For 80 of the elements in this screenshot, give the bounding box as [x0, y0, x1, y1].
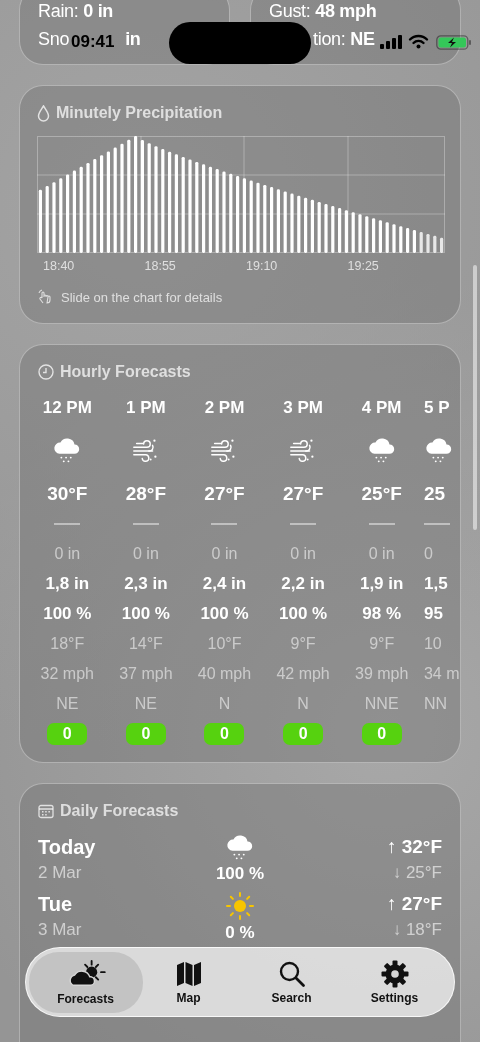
day-date: 2 Mar: [38, 862, 83, 884]
day-name: Tue: [38, 892, 74, 917]
hour-label: 2 PM: [204, 397, 245, 419]
uv-index: 0: [283, 723, 324, 745]
time-label: 19:25: [346, 258, 380, 275]
temperature: 27°F: [204, 482, 245, 506]
wind-direction: NNE: [364, 694, 399, 714]
summary-text: Rain: 0 in: [38, 0, 114, 23]
high-temperature: ↑ 27°F: [386, 892, 442, 916]
hour-label: 12 PM: [42, 397, 92, 419]
card-title: Daily Forecasts: [60, 802, 179, 820]
tab[interactable]: Settings: [343, 951, 446, 1013]
temperature: 25°F: [361, 482, 402, 506]
time-label: 18:40: [42, 258, 76, 275]
precipitation-probability: 100 %: [43, 603, 92, 625]
wind-speed: 39 mph: [355, 664, 409, 684]
card-title: Hourly Forecasts: [60, 363, 191, 381]
temperature: 25: [423, 482, 446, 506]
precipitation-probability: 95: [423, 603, 443, 625]
snow-amount: 1,8 in: [45, 573, 90, 595]
wind-direction: NE: [56, 694, 79, 714]
snow-amount: 1,9 in: [359, 573, 404, 595]
dew-point: 10°F: [207, 634, 242, 654]
time-label: 18:55: [143, 258, 177, 275]
temperature: 27°F: [282, 482, 324, 506]
temperature: 28°F: [125, 482, 167, 506]
uv-index: 0: [204, 723, 245, 745]
temperature: 30°F: [47, 482, 88, 506]
precipitation-probability: 100 %: [200, 603, 249, 625]
rain-amount: 0 in: [290, 544, 316, 564]
dew-point: 9°F: [369, 634, 395, 654]
wind-speed: 40 mph: [197, 664, 252, 684]
rain-amount: 0: [423, 544, 433, 564]
precipitation-probability: 100 %: [215, 863, 265, 885]
tab[interactable]: Search: [240, 951, 343, 1013]
snow-amount: 1,5: [423, 573, 448, 595]
status-time: 09:41: [71, 32, 115, 52]
precipitation-probability: 0 %: [225, 922, 255, 944]
wind-speed: 42 mph: [276, 664, 330, 684]
snow-amount: 2,2 in: [281, 573, 325, 595]
uv-index: 0: [125, 723, 166, 745]
high-temperature: ↑ 32°F: [386, 835, 442, 859]
hour-label: 4 PM: [361, 397, 402, 419]
wind-direction: N: [218, 694, 231, 714]
rain-amount: 0 in: [133, 544, 159, 564]
precipitation-probability: 98 %: [362, 603, 402, 625]
day-date: 3 Mar: [38, 919, 83, 941]
dew-point: 18°F: [50, 634, 85, 654]
hour-label: 5 P: [423, 397, 450, 419]
uv-index: 0: [361, 723, 402, 745]
wind-speed: 34 m: [423, 664, 460, 684]
wind-direction: NE: [134, 694, 157, 714]
dew-point: 14°F: [128, 634, 163, 654]
precipitation-probability: 100 %: [121, 603, 170, 625]
hour-label: 1 PM: [126, 397, 166, 419]
summary-text: tion: NE: [313, 28, 375, 51]
precipitation-probability: 100 %: [278, 603, 328, 625]
snow-amount: 2,3 in: [124, 573, 168, 595]
summary-text: in: [125, 28, 141, 51]
low-temperature: ↓ 25°F: [392, 862, 442, 884]
tab[interactable]: Forecasts: [28, 951, 143, 1013]
rain-amount: 0 in: [54, 544, 81, 564]
hour-label: 3 PM: [283, 397, 323, 419]
dew-point: 10: [423, 634, 442, 654]
dew-point: 9°F: [290, 634, 316, 654]
summary-text: Gust: 48 mph: [269, 0, 377, 23]
snow-amount: 2,4 in: [202, 573, 247, 595]
day-name: Today: [38, 835, 97, 860]
wind-speed: 32 mph: [40, 664, 94, 684]
card-title: Minutely Precipitation: [56, 104, 223, 122]
wind-speed: 37 mph: [119, 664, 173, 684]
wind-direction: N: [297, 694, 309, 714]
low-temperature: ↓ 18°F: [392, 919, 442, 941]
time-label: 19:10: [245, 258, 279, 275]
rain-amount: 0 in: [368, 544, 395, 564]
hint-text: Slide on the chart for details: [61, 289, 223, 305]
rain-amount: 0 in: [211, 544, 238, 564]
wind-direction: NN: [423, 694, 448, 714]
summary-text: Sno: [38, 28, 70, 51]
uv-index: 0: [47, 723, 88, 745]
